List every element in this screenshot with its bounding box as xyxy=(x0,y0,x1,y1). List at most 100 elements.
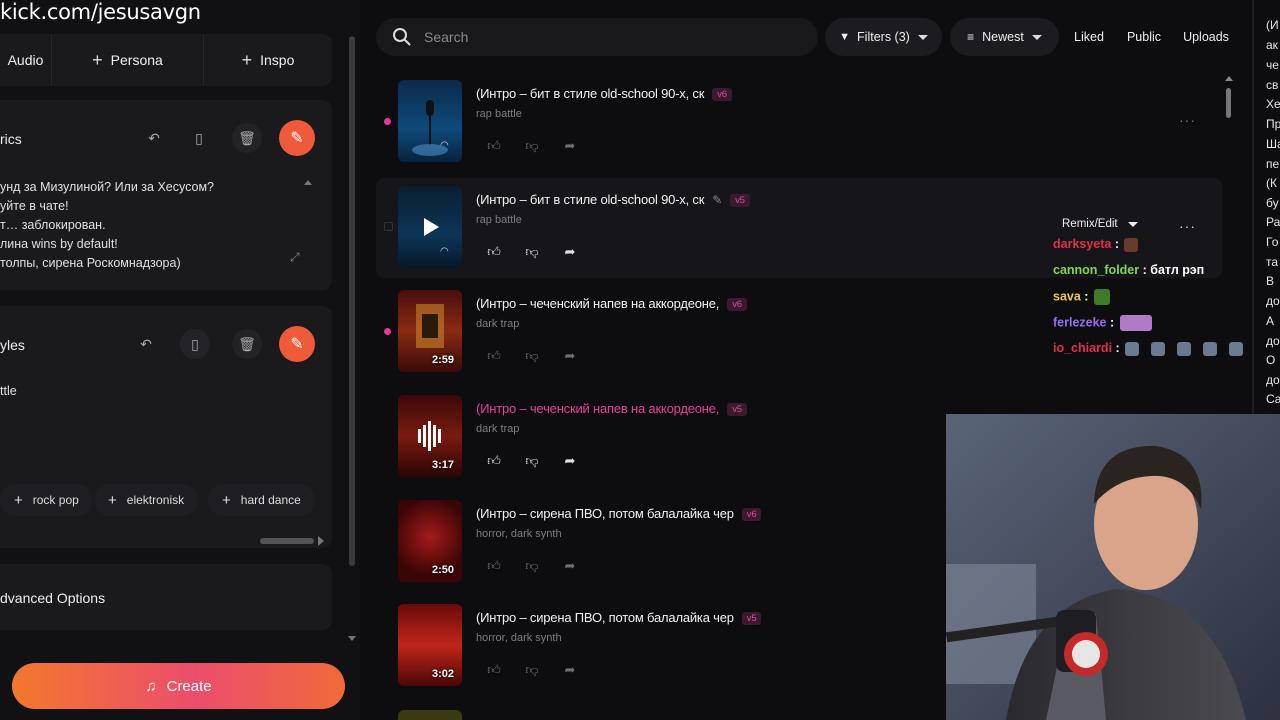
pencil-icon[interactable]: ✎ xyxy=(712,193,722,207)
scroll-up-icon[interactable] xyxy=(304,180,312,185)
share-icon[interactable]: ➦ xyxy=(562,138,578,154)
select-checkbox[interactable] xyxy=(384,222,393,231)
track-cover[interactable]: 2:50 xyxy=(398,500,462,582)
track-cover[interactable]: 3:17 xyxy=(398,395,462,477)
uploads-filter-button[interactable]: Uploads xyxy=(1180,18,1232,56)
plus-icon: + xyxy=(241,49,253,70)
thumbs-up-icon[interactable]: 👍︎ xyxy=(486,662,502,678)
version-badge: v5 xyxy=(727,403,747,417)
add-persona-button[interactable]: + Persona xyxy=(52,34,204,86)
track-cover[interactable]: ◠ xyxy=(398,80,462,162)
magic-wand-icon[interactable]: ✎ xyxy=(279,120,315,156)
new-indicator xyxy=(384,118,391,125)
undo-icon[interactable]: ↶ xyxy=(131,329,161,359)
more-options-icon[interactable]: ··· xyxy=(1179,112,1196,128)
chat-username: io_chiardi xyxy=(1053,341,1113,355)
track-title[interactable]: (Интро – сирена ПВО, потом балалайка чер… xyxy=(476,506,762,522)
share-icon[interactable]: ➦ xyxy=(562,558,578,574)
track-title[interactable]: (Интро – чеченский напев на аккордеоне, v… xyxy=(476,296,747,312)
track-title[interactable]: (Интро – бит в стиле old-school 90-х, ск… xyxy=(476,86,732,102)
remix-label: Remix/Edit xyxy=(1062,218,1118,230)
version-badge: v6 xyxy=(727,298,747,312)
remix-edit-button[interactable]: Remix/Edit xyxy=(1062,218,1138,230)
track-genre[interactable]: dark trap xyxy=(476,318,519,330)
track-genre[interactable]: dark trap xyxy=(476,423,519,435)
more-options-icon[interactable]: ··· xyxy=(1179,218,1196,234)
scroll-right-icon[interactable] xyxy=(318,536,324,546)
lyrics-line[interactable]: лина wins by default! xyxy=(0,237,118,251)
copy-icon[interactable]: ▯ xyxy=(180,329,210,359)
filters-button[interactable]: ▼ Filters (3) xyxy=(825,18,942,56)
track-genre[interactable]: horror, dark synth xyxy=(476,632,562,644)
track-title[interactable]: (Интро – чеченский напев на аккордеоне, v… xyxy=(476,401,747,417)
create-panel: Audio + Persona + Inspo rics ↶ ▯ 🗑 ✎ унд з… xyxy=(0,0,360,720)
add-inspo-button[interactable]: + Inspo xyxy=(204,34,332,86)
style-chip-hard-dance[interactable]: + hard dance xyxy=(208,484,315,516)
liked-filter-button[interactable]: Liked xyxy=(1069,18,1109,56)
chip-label: hard dance xyxy=(240,493,301,507)
thumbs-down-icon[interactable]: 👎︎ xyxy=(524,453,540,469)
emote-icon xyxy=(1093,289,1110,305)
track-cover[interactable]: ◠ xyxy=(398,186,462,268)
chevron-down-icon xyxy=(1031,34,1042,40)
thumbs-down-icon[interactable]: 👎︎ xyxy=(524,558,540,574)
chips-scrollbar[interactable] xyxy=(260,538,314,544)
thumbs-up-icon[interactable]: 👍︎ xyxy=(486,558,502,574)
lyrics-line[interactable]: т… заблокирован. xyxy=(0,218,106,232)
share-icon[interactable]: ➦ xyxy=(562,453,578,469)
stream-url-overlay: kick.com/jesusavgn xyxy=(0,0,201,24)
lyrics-line[interactable]: унд за Мизулиной? Или за Хесусом? xyxy=(0,180,214,194)
track-genre[interactable]: rap battle xyxy=(476,214,522,226)
track-cover[interactable]: 2:59 xyxy=(398,290,462,372)
share-icon[interactable]: ➦ xyxy=(562,348,578,364)
track-title[interactable]: (Интро – бит в стиле old-school 90-х, ск… xyxy=(476,192,750,208)
play-icon[interactable] xyxy=(398,186,462,268)
track-cover[interactable]: 3:02 xyxy=(398,604,462,686)
sort-button[interactable]: ≡ Newest xyxy=(950,18,1059,56)
version-badge: v5 xyxy=(730,194,750,208)
create-label: Create xyxy=(166,677,212,695)
side-text-line: св xyxy=(1266,78,1279,92)
style-chip-elektronisk[interactable]: + elektronisk xyxy=(94,484,199,516)
thumbs-up-icon[interactable]: 👍︎ xyxy=(486,348,502,364)
lyrics-title: rics xyxy=(0,131,22,147)
track-row[interactable]: 2:59 (Интро – чеченский напев на аккорде… xyxy=(376,290,1222,390)
track-row[interactable]: ◠ (Интро – бит в стиле old-school 90-х, … xyxy=(376,80,1222,180)
copy-icon[interactable]: ▯ xyxy=(184,123,214,153)
lyrics-line[interactable]: толпы, сирена Роскомнадзора) xyxy=(0,256,181,270)
style-chip-rock-pop[interactable]: + rock pop xyxy=(0,484,93,516)
thumbs-down-icon[interactable]: 👎︎ xyxy=(524,138,540,154)
share-icon[interactable]: ➦ xyxy=(562,662,578,678)
track-genre[interactable]: rap battle xyxy=(476,108,522,120)
lyrics-line[interactable]: уйте в чате! xyxy=(0,199,69,213)
undo-icon[interactable]: ↶ xyxy=(139,123,169,153)
public-filter-button[interactable]: Public xyxy=(1122,18,1166,56)
thumbs-up-icon[interactable]: 👍︎ xyxy=(486,244,502,260)
scroll-down-icon[interactable] xyxy=(348,636,356,641)
advanced-options-card[interactable]: dvanced Options xyxy=(0,564,332,630)
chat-message: io_chiardi : xyxy=(1053,341,1244,356)
delete-icon[interactable]: 🗑 xyxy=(232,329,262,359)
thumbs-down-icon[interactable]: 👎︎ xyxy=(524,348,540,364)
magic-wand-icon[interactable]: ✎ xyxy=(279,326,315,362)
side-text-line: бу xyxy=(1266,196,1279,210)
track-title[interactable]: (Интро – сирена ПВО, потом балалайка чер… xyxy=(476,610,762,626)
left-scrollbar[interactable] xyxy=(348,22,356,632)
side-text-line: В xyxy=(1266,274,1275,288)
audio-button[interactable]: Audio xyxy=(0,34,52,86)
track-cover[interactable] xyxy=(398,710,462,720)
side-text-line: О xyxy=(1266,353,1276,367)
thumbs-down-icon[interactable]: 👎︎ xyxy=(524,244,540,260)
thumbs-up-icon[interactable]: 👍︎ xyxy=(486,138,502,154)
delete-icon[interactable]: 🗑 xyxy=(232,123,262,153)
styles-input[interactable]: ttle xyxy=(0,384,17,398)
plus-icon: + xyxy=(14,491,23,509)
share-icon[interactable]: ➦ xyxy=(562,244,578,260)
search-input[interactable]: Search xyxy=(376,18,818,56)
thumbs-up-icon[interactable]: 👍︎ xyxy=(486,453,502,469)
expand-icon[interactable]: ⤢ xyxy=(290,250,300,265)
track-title-text: (Интро – бит в стиле old-school 90-х, ск xyxy=(476,192,705,207)
track-genre[interactable]: horror, dark synth xyxy=(476,528,562,540)
thumbs-down-icon[interactable]: 👎︎ xyxy=(524,662,540,678)
create-button[interactable]: ♫ Create xyxy=(12,663,345,709)
